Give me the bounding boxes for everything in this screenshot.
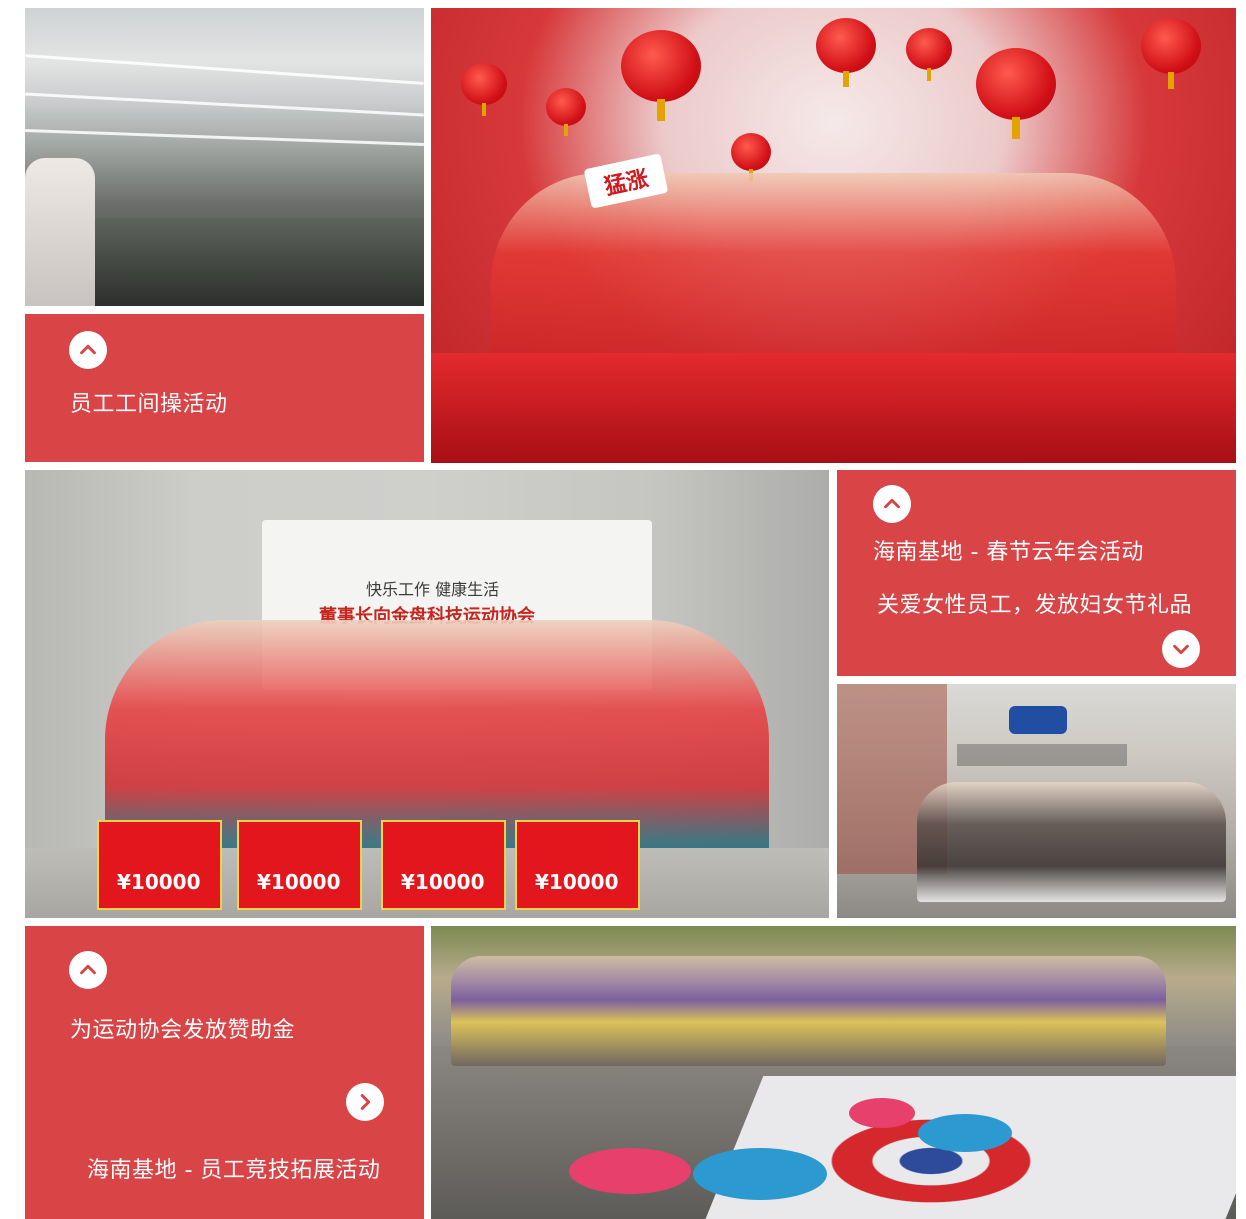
company-name-sign — [957, 744, 1127, 766]
caption-card-sponsorship: 为运动协会发放赞助金 海南基地 - 员工竞技拓展活动 — [25, 926, 424, 1219]
caption-text-secondary: 关爱女性员工，发放妇女节礼品 — [877, 593, 1193, 618]
photo-team-building — [431, 926, 1236, 1219]
company-logo — [1009, 706, 1067, 734]
collapse-button[interactable] — [69, 951, 107, 989]
group-photo — [917, 782, 1226, 902]
chevron-up-icon — [884, 498, 900, 509]
tub — [849, 1098, 915, 1128]
next-button[interactable] — [346, 1083, 384, 1121]
ceiling-light — [25, 129, 424, 146]
lantern — [976, 48, 1056, 139]
desks — [95, 218, 424, 306]
photo-spring-festival: 猛涨 — [431, 8, 1236, 463]
caption-card-spring-festival: 海南基地 - 春节云年会活动 关爱女性员工，发放妇女节礼品 — [837, 470, 1236, 676]
collapse-button[interactable] — [873, 485, 911, 523]
caption-text: 海南基地 - 春节云年会活动 — [873, 540, 1144, 565]
person-figure — [25, 158, 95, 306]
caption-text-secondary: 海南基地 - 员工竞技拓展活动 — [87, 1158, 381, 1183]
lantern — [1141, 18, 1201, 89]
lantern — [621, 30, 701, 121]
collapse-button[interactable] — [69, 331, 107, 369]
crowd — [451, 956, 1166, 1066]
cheque-board: ¥10000 — [515, 820, 640, 910]
ceiling-light — [25, 54, 424, 85]
tub — [693, 1148, 827, 1200]
photo-exercise — [25, 8, 424, 306]
tub — [569, 1148, 691, 1194]
banner-slogan: 快乐工作 健康生活 — [366, 580, 500, 599]
chevron-down-icon — [1173, 644, 1189, 655]
caption-text: 为运动协会发放赞助金 — [70, 1018, 296, 1043]
chevron-up-icon — [80, 964, 96, 975]
cheque-board: ¥10000 — [97, 820, 222, 910]
photo-sponsorship: 快乐工作 健康生活 董事长向金盘科技运动协会 ¥10000 ¥10000 ¥10… — [25, 470, 829, 918]
lantern — [906, 28, 952, 81]
lantern — [461, 63, 507, 116]
lantern — [816, 18, 876, 88]
tub — [918, 1114, 1012, 1152]
chevron-right-icon — [360, 1094, 371, 1110]
chevron-up-icon — [80, 344, 96, 355]
cheque-board: ¥10000 — [237, 820, 362, 910]
expand-button[interactable] — [1162, 630, 1200, 668]
cheque-board: ¥10000 — [381, 820, 506, 910]
caption-text: 员工工间操活动 — [70, 392, 228, 417]
party-table — [431, 353, 1236, 463]
lantern — [546, 88, 586, 136]
photo-womens-day — [837, 684, 1236, 918]
ceiling-light — [25, 92, 424, 117]
lantern — [731, 133, 771, 181]
caption-card-exercise: 员工工间操活动 — [25, 314, 424, 462]
